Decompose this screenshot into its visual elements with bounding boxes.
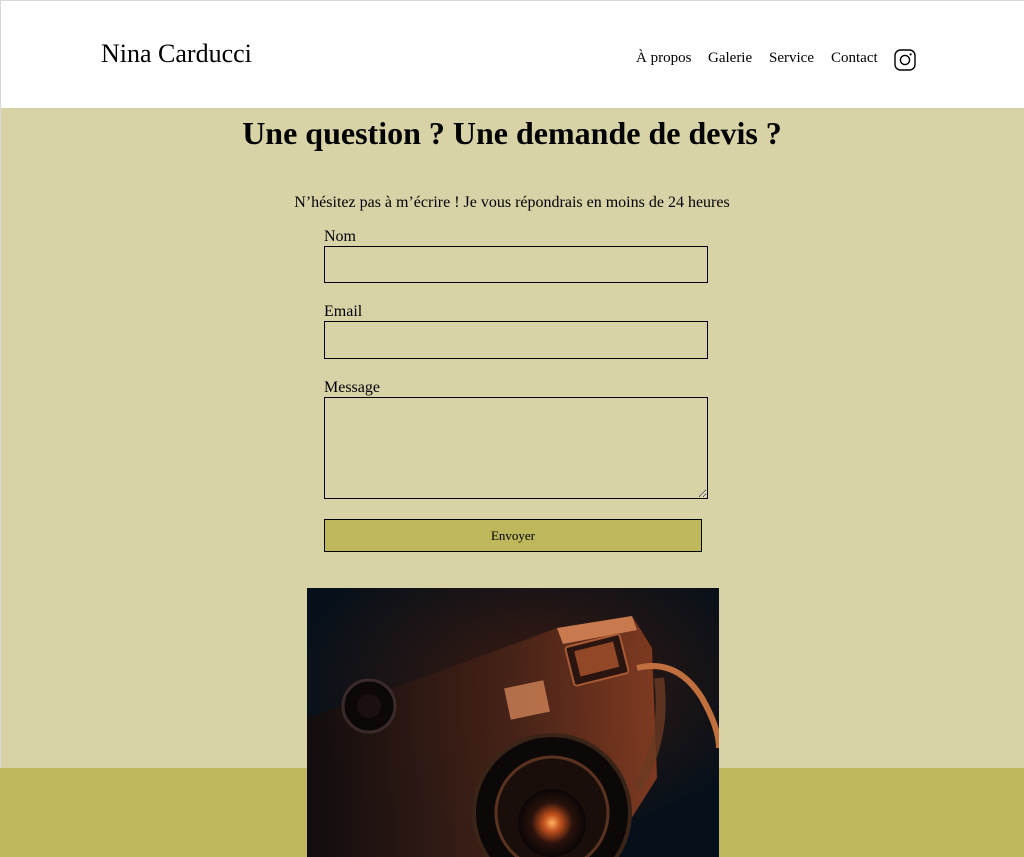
message-field[interactable] [324, 397, 708, 499]
instagram-icon[interactable] [894, 49, 916, 71]
send-button[interactable]: Envoyer [324, 519, 702, 552]
name-label: Nom [324, 228, 356, 245]
nav-link-service[interactable]: Service [769, 48, 814, 68]
main-nav: À propos Galerie Service Contact [0, 48, 1024, 72]
message-label: Message [324, 379, 380, 396]
nav-link-contact[interactable]: Contact [831, 48, 878, 68]
nav-link-about[interactable]: À propos [636, 48, 691, 68]
email-field[interactable] [324, 321, 708, 359]
camera-photo [307, 588, 719, 857]
contact-intro: N’hésitez pas à m’écrire ! Je vous répon… [294, 194, 730, 211]
nav-link-gallery[interactable]: Galerie [708, 48, 752, 68]
name-field[interactable] [324, 246, 708, 283]
contact-title: Une question ? Une demande de devis ? [242, 115, 782, 151]
email-label: Email [324, 303, 363, 320]
